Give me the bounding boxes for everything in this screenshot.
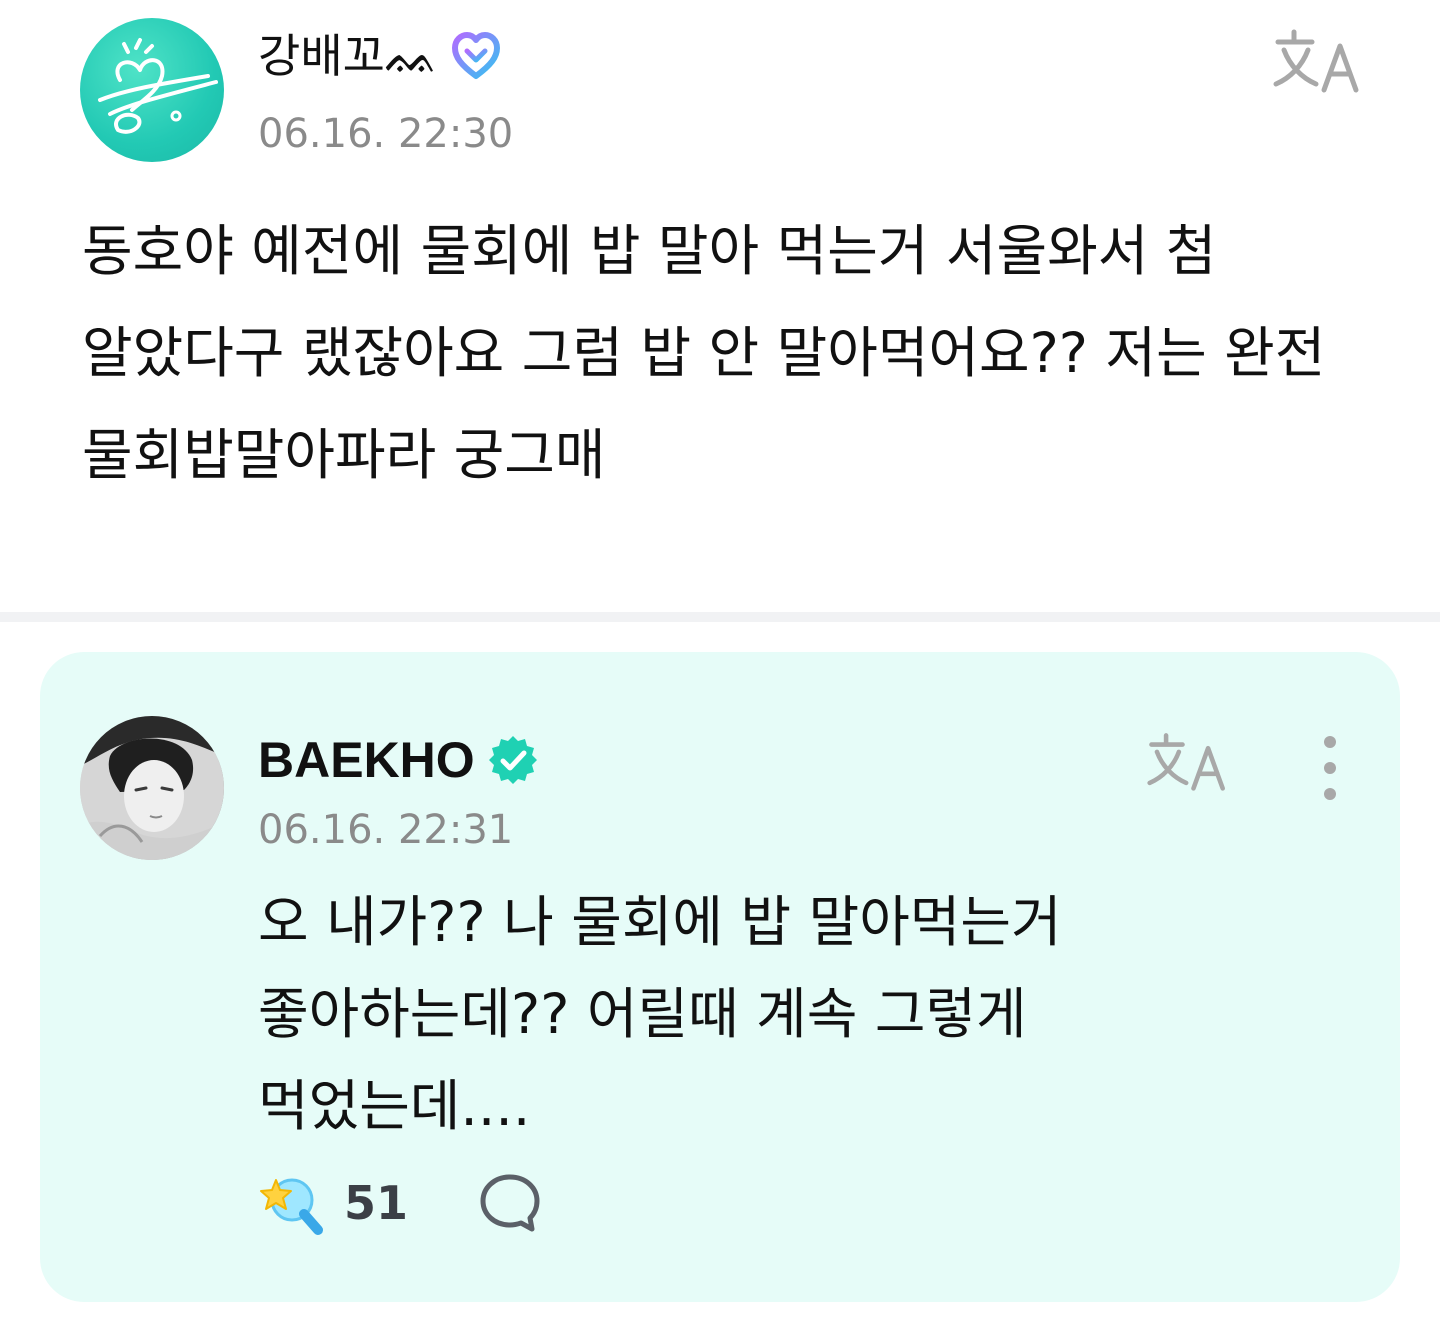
translate-button[interactable]	[1146, 728, 1230, 794]
artist-reply-card: BAEKHO 06.16. 22:31 오 내가?? 나 물회에 밥 말아먹는거…	[40, 652, 1400, 1302]
reply-body: 오 내가?? 나 물회에 밥 말아먹는거 좋아하는데?? 어릴때 계속 그렇게 …	[258, 890, 1062, 1138]
translate-icon	[1147, 733, 1225, 791]
like-count: 51	[344, 1176, 409, 1230]
reply-author[interactable]: BAEKHO	[258, 730, 539, 790]
weverse-membership-badge-icon	[449, 29, 503, 83]
artist-avatar[interactable]	[80, 716, 224, 860]
translate-icon	[1273, 29, 1359, 93]
post-author[interactable]: 강배꼬ᨐ	[258, 24, 503, 88]
like-button[interactable]: 51	[258, 1170, 408, 1236]
post-body: 동호야 예전에 물회에 밥 말아 먹는거 서울와서 첨 알았다구 랬잖아요 그럼…	[82, 219, 1326, 487]
reply-timestamp: 06.16. 22:31	[258, 807, 514, 853]
translate-button[interactable]	[1272, 24, 1364, 96]
post-author-name: 강배꼬ᨐ	[258, 29, 440, 83]
more-options-button[interactable]	[1308, 732, 1352, 804]
comment-bubble-icon	[480, 1174, 540, 1232]
heart-drawing-icon	[98, 38, 218, 134]
more-vertical-icon	[1324, 736, 1336, 800]
reply-actions: 51	[258, 1170, 542, 1236]
reply-author-name: BAEKHO	[258, 732, 475, 788]
artist-photo	[80, 716, 224, 860]
post-timestamp: 06.16. 22:30	[258, 111, 514, 157]
section-divider	[0, 612, 1440, 622]
star-magic-wand-icon	[258, 1170, 328, 1236]
fan-post: 강배꼬ᨐ 06.16. 22:30 동호야 예전에 물회에 밥 말아 먹는거 서…	[0, 0, 1440, 612]
fan-avatar[interactable]	[80, 18, 224, 162]
verified-badge-icon	[487, 734, 539, 786]
comment-button[interactable]	[478, 1171, 542, 1235]
